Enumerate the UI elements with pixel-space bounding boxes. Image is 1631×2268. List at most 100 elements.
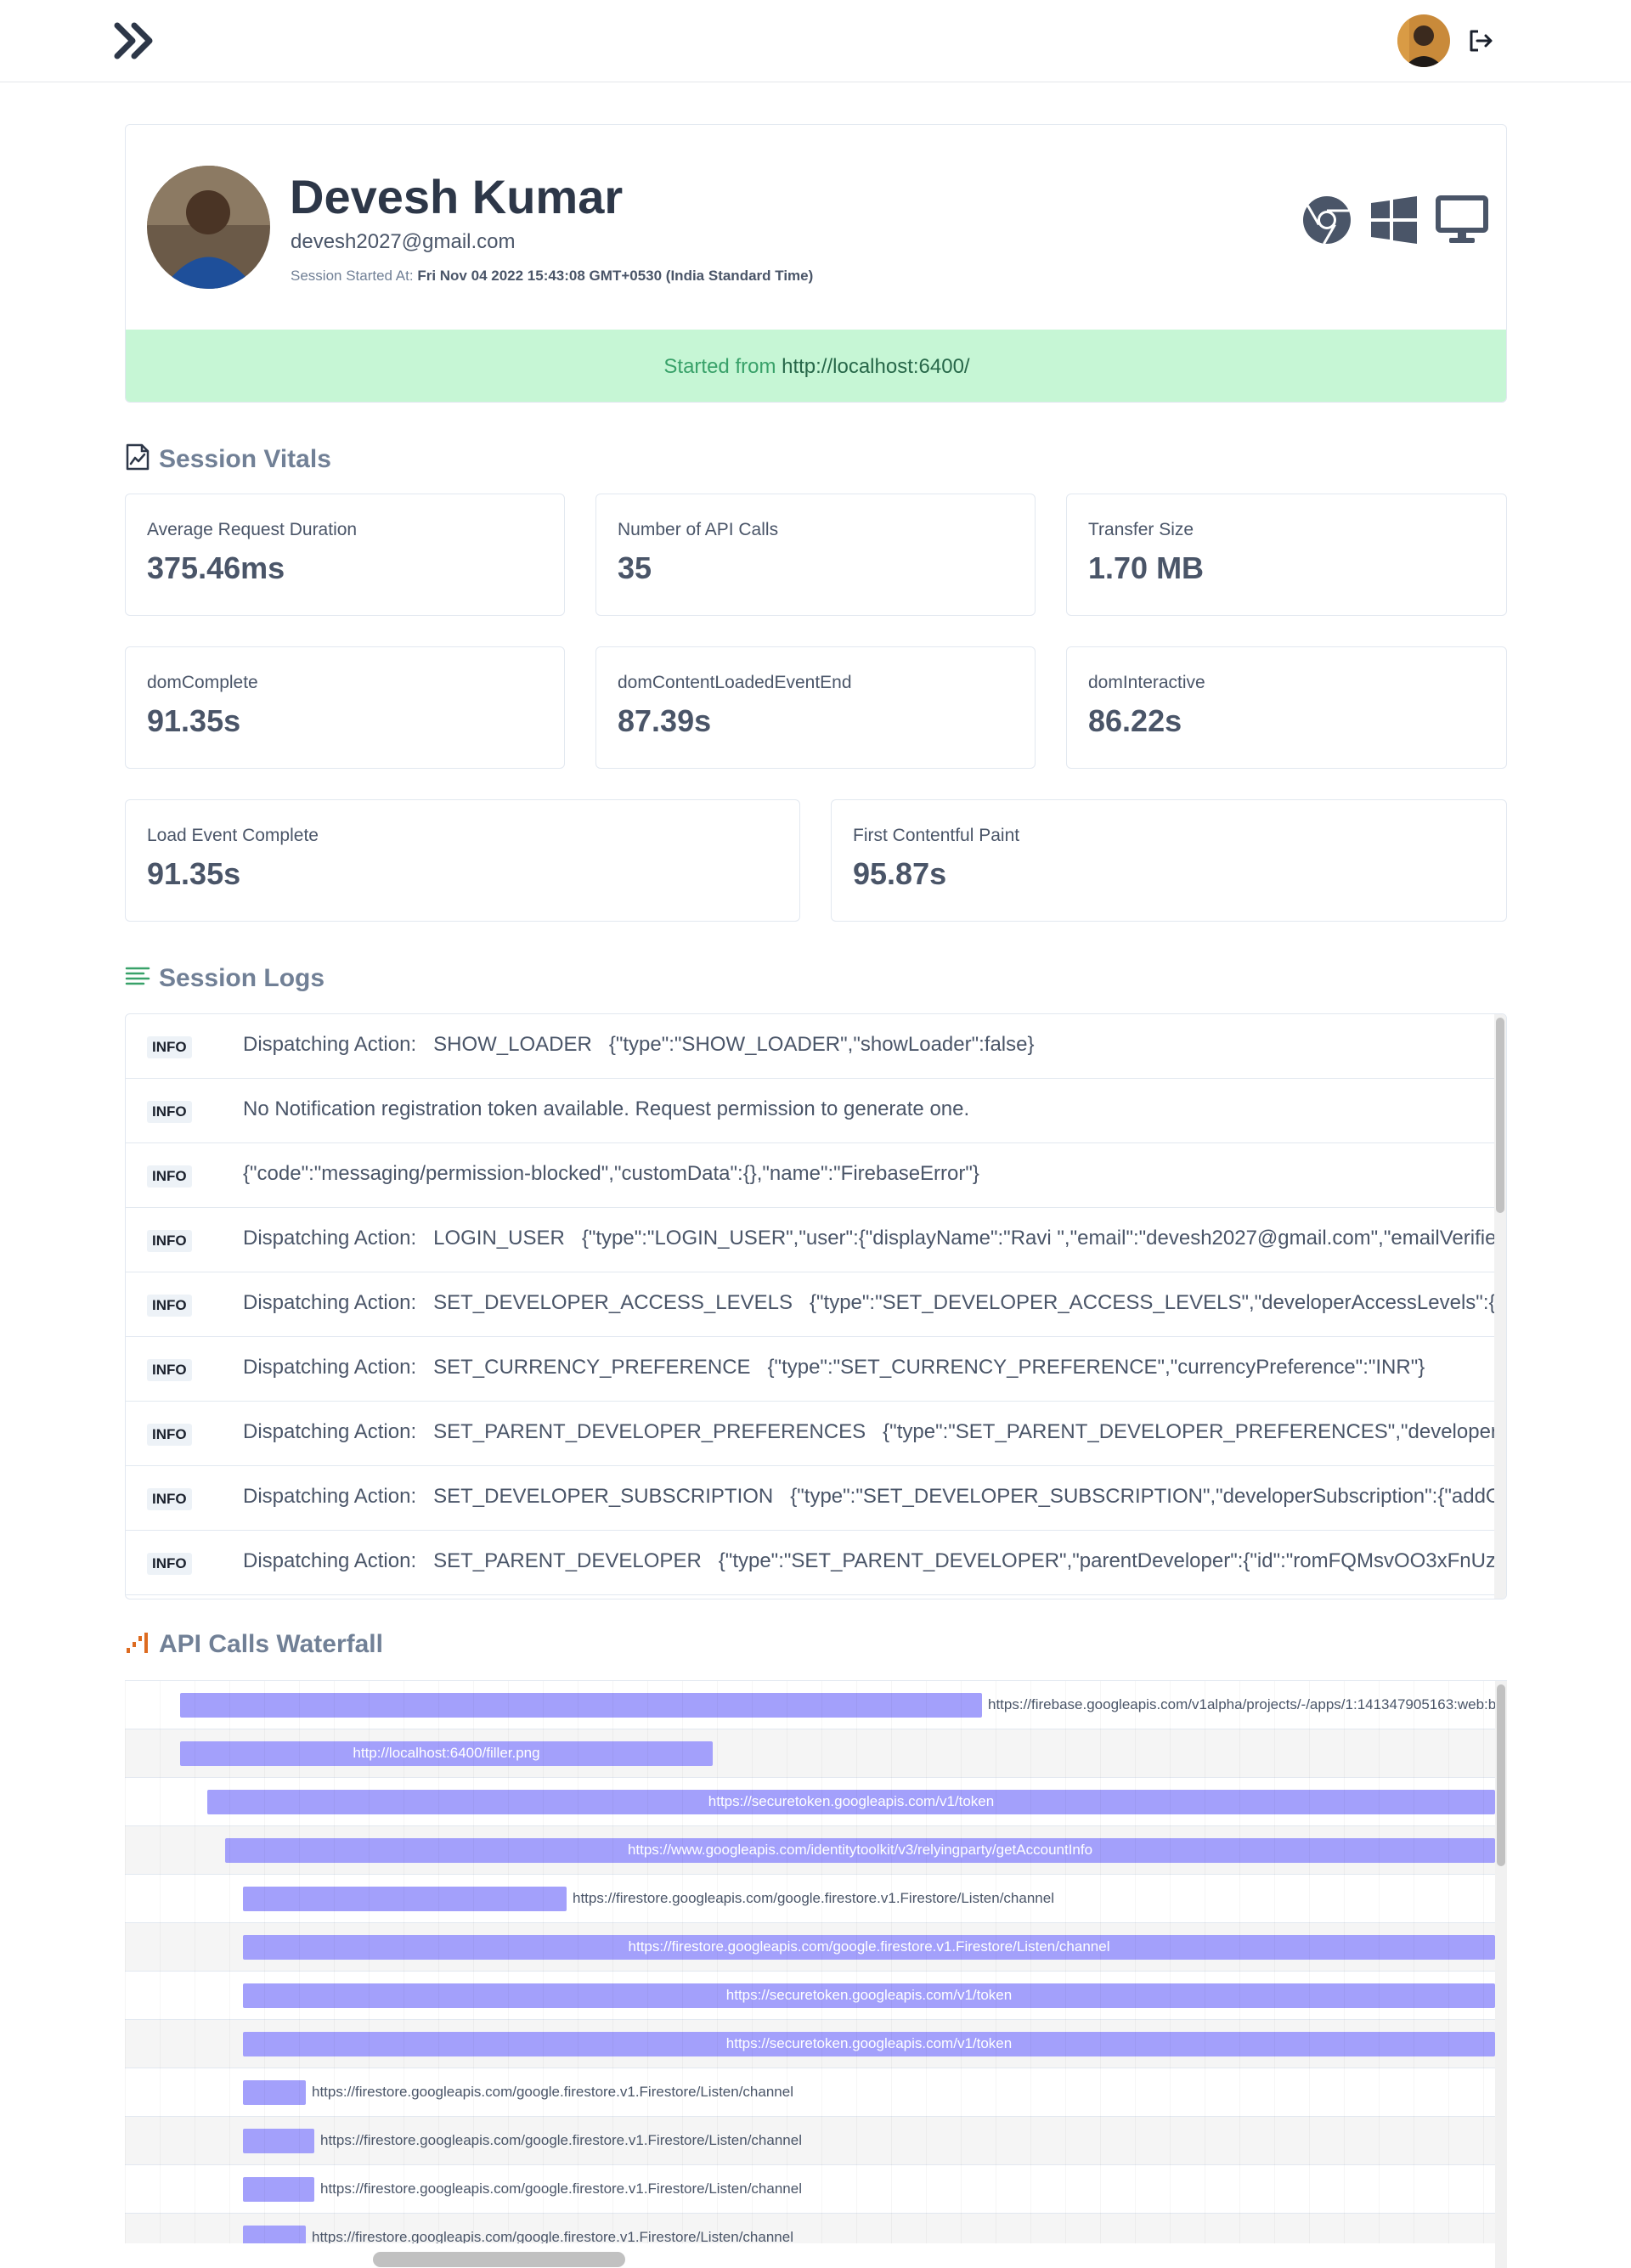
waterfall-bar[interactable]: [243, 1887, 567, 1911]
section-title: Session Logs: [159, 964, 325, 992]
stat-card: domContentLoadedEventEnd 87.39s: [595, 646, 1036, 769]
session-logs-list[interactable]: INFO Dispatching Action: SHOW_LOADER {"t…: [125, 1013, 1507, 1599]
waterfall-chart-icon: [125, 1631, 150, 1659]
waterfall-row: https://firestore.googleapis.com/google.…: [125, 2068, 1495, 2117]
logout-icon[interactable]: [1468, 29, 1493, 53]
chrome-icon: [1301, 195, 1352, 250]
waterfall-bar[interactable]: [180, 1693, 982, 1718]
stat-value: 1.70 MB: [1088, 550, 1205, 585]
log-row: INFO Dispatching Action: SET_PARENT_DEVE…: [126, 1531, 1496, 1595]
log-message: Dispatching Action: SET_DEVELOPER_ACCESS…: [243, 1291, 1496, 1314]
log-level-badge: INFO: [147, 1101, 192, 1123]
double-chevron-right-icon[interactable]: [114, 22, 158, 59]
session-started-label: Session Started At:: [291, 268, 414, 284]
waterfall-url-label: https://firestore.googleapis.com/google.…: [573, 1890, 1054, 1906]
waterfall-url-label: https://securetoken.googleapis.com/v1/to…: [708, 1793, 995, 1809]
waterfall-url-label: https://securetoken.googleapis.com/v1/to…: [725, 1987, 1013, 2003]
desktop-icon: [1436, 195, 1488, 249]
log-level-badge: INFO: [147, 1553, 192, 1575]
waterfall-url-label: https://firestore.googleapis.com/google.…: [320, 2181, 802, 2197]
waterfall-row: https://firebase.googleapis.com/v1alpha/…: [125, 1681, 1507, 1729]
log-row: INFO Dispatching Action: SHOW_LOADER {"t…: [126, 1014, 1496, 1079]
top-navbar: [0, 0, 1631, 82]
log-message: Dispatching Action: SET_DEVELOPER_SUBSCR…: [243, 1485, 1496, 1508]
stat-value: 35: [618, 550, 652, 585]
waterfall-url-label: https://firebase.googleapis.com/v1alpha/…: [988, 1696, 1507, 1712]
log-row: INFO No Notification registration token …: [126, 1079, 1496, 1143]
stat-card: Average Request Duration 375.46ms: [125, 494, 565, 616]
stat-card: domComplete 91.35s: [125, 646, 565, 769]
session-origin-banner: Started from http://localhost:6400/: [126, 330, 1506, 402]
stat-label: domContentLoadedEventEnd: [618, 673, 852, 692]
stat-label: Transfer Size: [1088, 520, 1194, 539]
user-avatar[interactable]: [1397, 14, 1450, 67]
stat-value: 87.39s: [618, 703, 712, 738]
log-message: Dispatching Action: LOGIN_USER {"type":"…: [243, 1227, 1496, 1250]
waterfall-bar[interactable]: [243, 2129, 314, 2153]
environment-icons: [1301, 195, 1488, 250]
stat-card: Load Event Complete 91.35s: [125, 799, 800, 922]
session-vitals-header: Session Vitals: [125, 443, 331, 475]
profile-name: Devesh Kumar: [290, 170, 624, 223]
waterfall-bar[interactable]: [243, 2080, 306, 2105]
windows-icon: [1369, 196, 1419, 248]
logs-scrollbar-thumb[interactable]: [1496, 1018, 1504, 1213]
waterfall-row: https://firestore.googleapis.com/google.…: [125, 1875, 1495, 1923]
stat-value: 91.35s: [147, 703, 241, 738]
banner-prefix: Started from: [663, 354, 776, 378]
stat-label: Number of API Calls: [618, 520, 779, 539]
waterfall-vertical-scrollbar-thumb[interactable]: [1497, 1684, 1505, 1866]
stat-label: domInteractive: [1088, 673, 1205, 692]
stat-label: First Contentful Paint: [853, 826, 1020, 845]
section-title: Session Vitals: [159, 444, 331, 473]
log-row: INFO Dispatching Action: SET_CURRENCY_PR…: [126, 1337, 1496, 1402]
log-message: Dispatching Action: SHOW_LOADER {"type":…: [243, 1033, 1035, 1056]
waterfall-row: https://securetoken.googleapis.com/v1/to…: [125, 2020, 1495, 2068]
log-level-badge: INFO: [147, 1359, 192, 1381]
log-row: INFO Dispatching Action: SET_DEVELOPER_S…: [126, 1466, 1496, 1531]
waterfall-url-label: http://localhost:6400/filler.png: [353, 1745, 540, 1761]
profile-email: devesh2027@gmail.com: [291, 230, 516, 253]
waterfall-row: https://www.googleapis.com/identitytoolk…: [125, 1826, 1495, 1875]
waterfall-horizontal-scrollbar-thumb[interactable]: [373, 2252, 625, 2267]
waterfall-row: https://securetoken.googleapis.com/v1/to…: [125, 1778, 1495, 1826]
stat-value: 375.46ms: [147, 550, 285, 585]
log-message: No Notification registration token avail…: [243, 1097, 970, 1120]
log-level-badge: INFO: [147, 1488, 192, 1510]
lines-icon: [125, 966, 150, 992]
stat-value: 91.35s: [147, 856, 241, 891]
banner-url[interactable]: http://localhost:6400/: [782, 355, 969, 379]
logs-scrollbar[interactable]: [1494, 1014, 1506, 1599]
profile-avatar: [147, 166, 270, 289]
stat-card: Number of API Calls 35: [595, 494, 1036, 616]
session-started: Session Started At: Fri Nov 04 2022 15:4…: [291, 268, 813, 285]
stat-value: 86.22s: [1088, 703, 1182, 738]
stat-label: domComplete: [147, 673, 258, 692]
log-row: INFO Dispatching Action: SET_PARENT_DEVE…: [126, 1402, 1496, 1466]
waterfall-vertical-scrollbar[interactable]: [1495, 1681, 1507, 2268]
log-row: INFO {"code":"messaging/permission-block…: [126, 1143, 1496, 1208]
profile-card: Devesh Kumar devesh2027@gmail.com Sessio…: [125, 124, 1507, 403]
api-waterfall-chart[interactable]: https://firebase.googleapis.com/v1alpha/…: [125, 1680, 1507, 2268]
log-row: INFO Dispatching Action: SET_DEVELOPER_A…: [126, 1272, 1496, 1337]
log-row: INFO Dispatching Action: LOGIN_USER {"ty…: [126, 1208, 1496, 1272]
log-level-badge: INFO: [147, 1165, 192, 1188]
api-waterfall-header: API Calls Waterfall: [125, 1630, 383, 1659]
waterfall-horizontal-scrollbar[interactable]: [125, 2243, 1495, 2268]
stat-label: Average Request Duration: [147, 520, 358, 539]
stat-card: First Contentful Paint 95.87s: [831, 799, 1507, 922]
log-message: {"code":"messaging/permission-blocked","…: [243, 1162, 979, 1185]
waterfall-row: https://securetoken.googleapis.com/v1/to…: [125, 1972, 1495, 2020]
waterfall-url-label: https://firestore.googleapis.com/google.…: [628, 1938, 1110, 1955]
waterfall-url-label: https://firestore.googleapis.com/google.…: [312, 2084, 793, 2100]
chart-document-icon: [125, 443, 150, 475]
waterfall-row: https://firestore.googleapis.com/google.…: [125, 2117, 1495, 2165]
log-level-badge: INFO: [147, 1230, 192, 1252]
log-message: Dispatching Action: SET_PARENT_DEVELOPER…: [243, 1549, 1496, 1572]
log-level-badge: INFO: [147, 1424, 192, 1446]
section-title: API Calls Waterfall: [159, 1630, 383, 1658]
waterfall-row: https://firestore.googleapis.com/google.…: [125, 2165, 1495, 2214]
log-message: Dispatching Action: SET_PARENT_DEVELOPER…: [243, 1420, 1496, 1443]
waterfall-bar[interactable]: [243, 2177, 314, 2202]
waterfall-row: http://localhost:6400/filler.png: [125, 1729, 1495, 1778]
